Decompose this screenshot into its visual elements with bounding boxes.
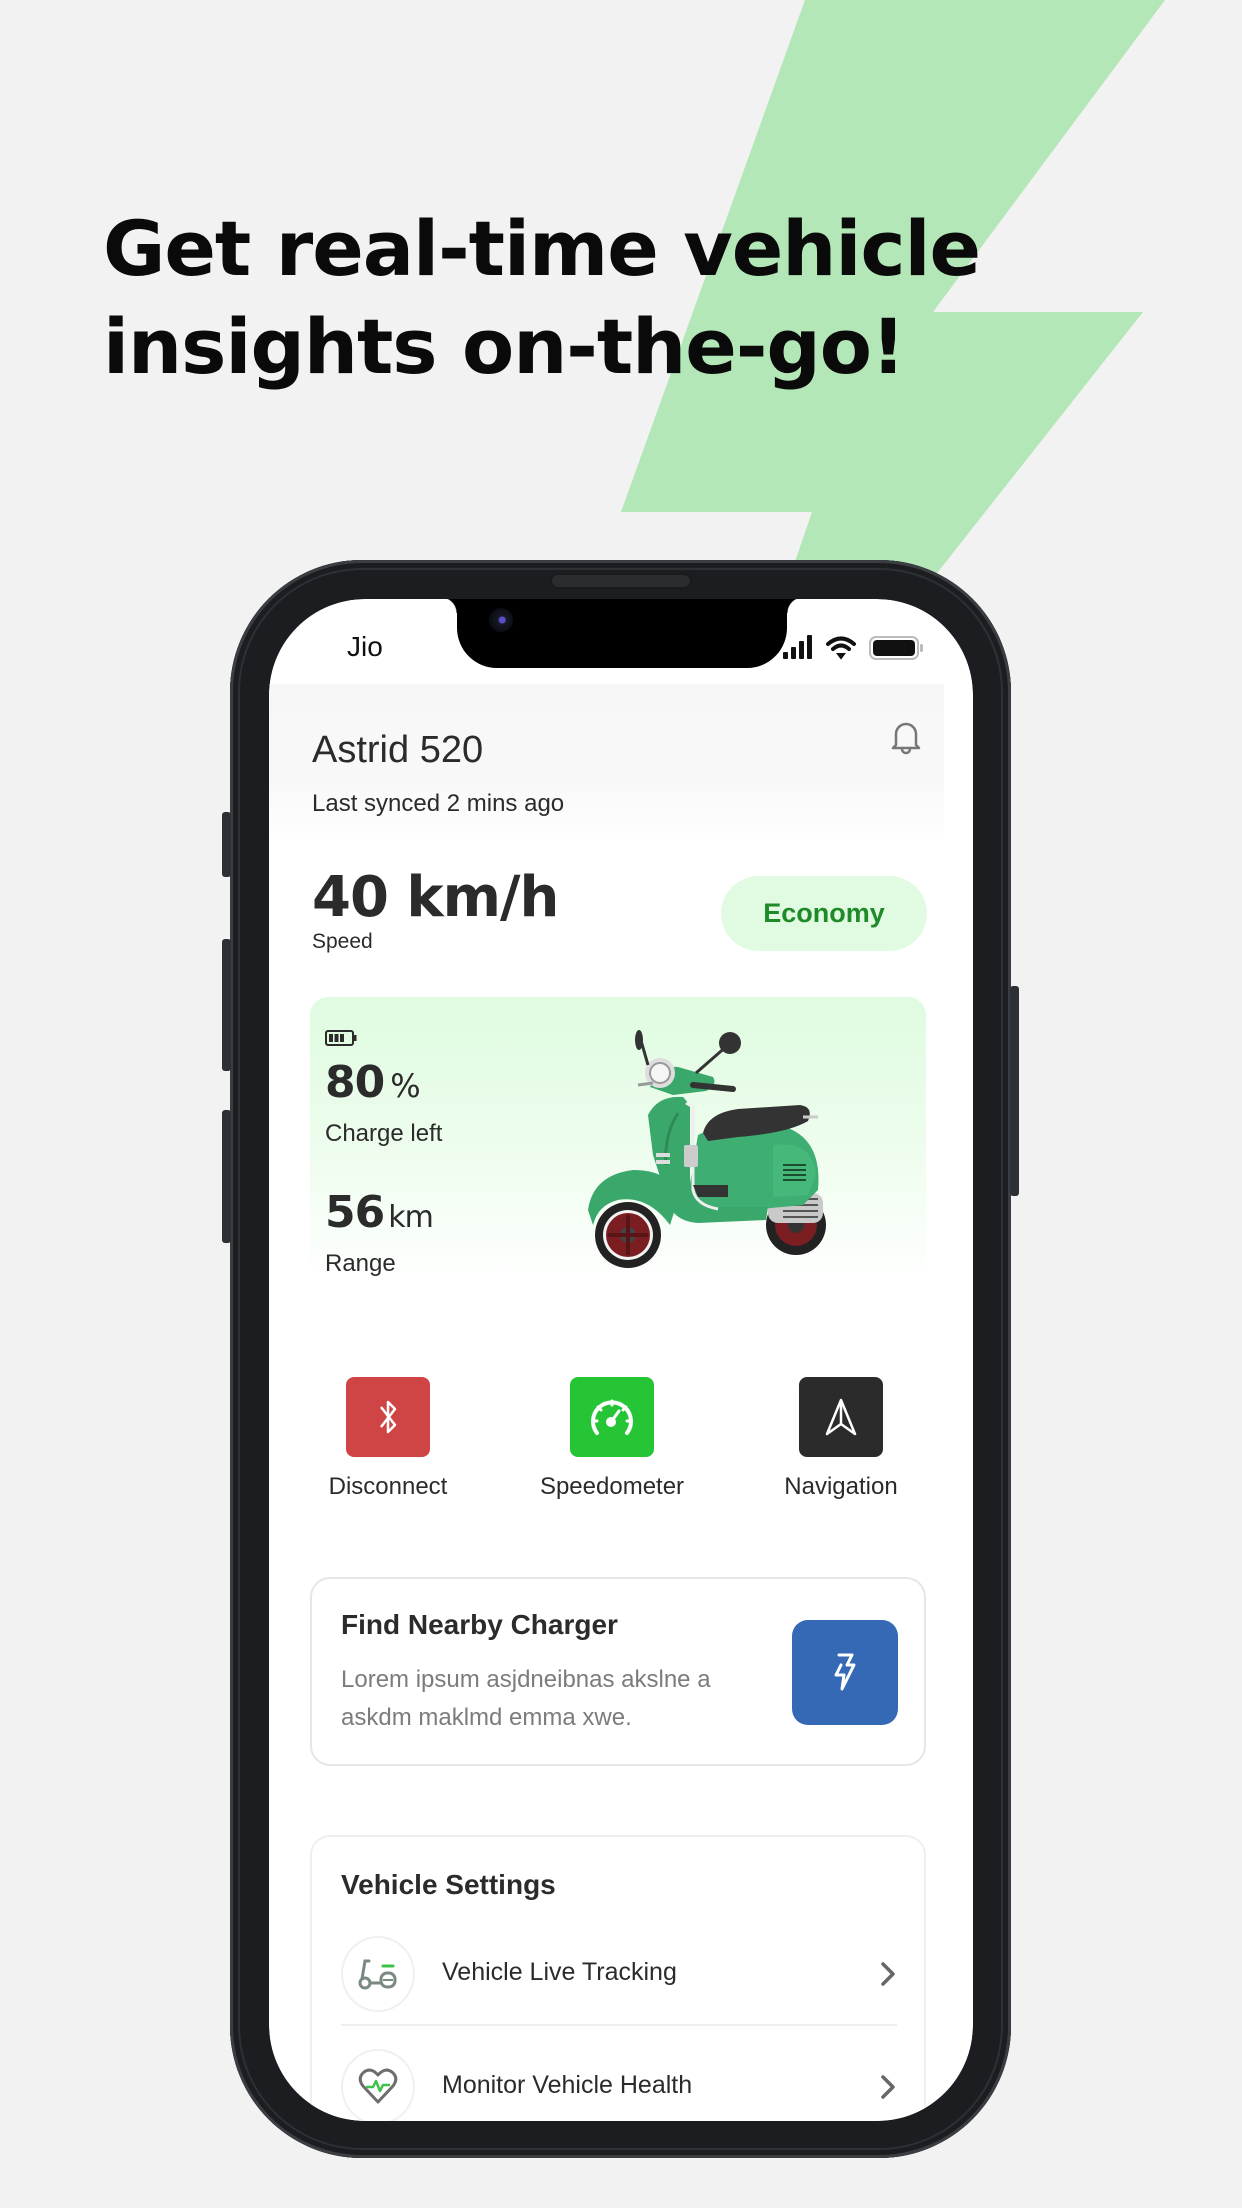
promo-headline: Get real-time vehicle insights on-the-go… — [103, 200, 1103, 396]
chevron-right-icon — [881, 1962, 895, 1986]
volume-up-button — [222, 939, 231, 1071]
navigation-arrow-icon — [825, 1398, 857, 1436]
scooter-image — [588, 1030, 826, 1268]
speedometer-label: Speedometer — [539, 1473, 685, 1500]
navigation-button[interactable]: Navigation — [756, 1377, 926, 1501]
disconnect-button[interactable]: Disconnect — [303, 1377, 473, 1501]
range-value: 56 km — [325, 1187, 434, 1238]
setting-icon-wrapper — [341, 1936, 415, 2012]
phone-screen: Jio Astrid 520 Last synced 2 mins ago 40… — [269, 599, 973, 2121]
speedometer-button[interactable]: Speedometer — [527, 1377, 697, 1501]
speedometer-tile[interactable] — [570, 1377, 654, 1457]
signal-icon — [783, 635, 812, 659]
last-synced-text: Last synced 2 mins ago — [312, 790, 565, 817]
battery-icon — [869, 636, 923, 660]
range-unit: km — [388, 1200, 434, 1235]
scooter-icon — [358, 1959, 397, 1990]
bell-icon[interactable] — [889, 719, 923, 755]
setting-item-vehicle-health[interactable]: Monitor Vehicle Health — [341, 2049, 897, 2121]
wifi-icon — [826, 636, 856, 660]
navigation-label: Navigation — [784, 1473, 898, 1500]
app-screen: Jio Astrid 520 Last synced 2 mins ago 40… — [269, 599, 973, 2121]
status-icons — [783, 635, 923, 660]
riding-mode-pill[interactable]: Economy — [721, 876, 927, 951]
lightning-icon — [834, 1653, 856, 1690]
volume-down-button — [222, 1110, 231, 1243]
earpiece-speaker — [550, 573, 692, 589]
range-number: 56 — [325, 1187, 385, 1238]
power-button — [1010, 986, 1019, 1196]
charge-number: 80 — [325, 1057, 385, 1108]
bluetooth-icon — [380, 1400, 397, 1434]
settings-divider — [341, 2024, 897, 2026]
disconnect-tile[interactable] — [346, 1377, 430, 1457]
navigation-tile[interactable] — [799, 1377, 883, 1457]
vehicle-settings-card: Vehicle Settings Vehicle Live Tracking M… — [310, 1835, 926, 2121]
headline-line-2: insights on-the-go! — [103, 302, 906, 391]
charge-label: Charge left — [325, 1120, 443, 1147]
charge-unit: % — [390, 1067, 420, 1105]
heart-pulse-icon — [358, 2068, 398, 2104]
setting-icon-wrapper — [341, 2049, 415, 2121]
setting-label: Vehicle Live Tracking — [442, 1958, 677, 1986]
speed-value: 40 km/h — [312, 865, 559, 930]
setting-item-live-tracking[interactable]: Vehicle Live Tracking — [341, 1936, 897, 2012]
chevron-right-icon — [881, 2075, 895, 2099]
vehicle-name: Astrid 520 — [312, 729, 484, 771]
mute-switch — [222, 812, 231, 877]
front-camera — [489, 608, 513, 632]
find-charger-button[interactable] — [792, 1620, 898, 1725]
charge-card: 80% Charge left 56 km Range — [310, 997, 926, 1282]
status-carrier: Jio — [347, 631, 383, 662]
find-charger-card[interactable]: Find Nearby Charger Lorem ipsum asjdneib… — [310, 1577, 926, 1766]
setting-label: Monitor Vehicle Health — [442, 2071, 693, 2099]
range-label: Range — [325, 1250, 396, 1277]
speedometer-icon — [591, 1399, 633, 1435]
charger-card-title: Find Nearby Charger — [341, 1609, 618, 1640]
vehicle-settings-title: Vehicle Settings — [341, 1869, 556, 1900]
battery-level-icon — [325, 1030, 357, 1046]
charger-card-description: Lorem ipsum asjdneibnas akslne a askdm m… — [341, 1666, 711, 1731]
headline-line-1: Get real-time vehicle — [103, 204, 981, 293]
speed-label: Speed — [312, 930, 373, 953]
disconnect-label: Disconnect — [328, 1473, 448, 1500]
charge-percentage: 80% — [325, 1057, 421, 1108]
